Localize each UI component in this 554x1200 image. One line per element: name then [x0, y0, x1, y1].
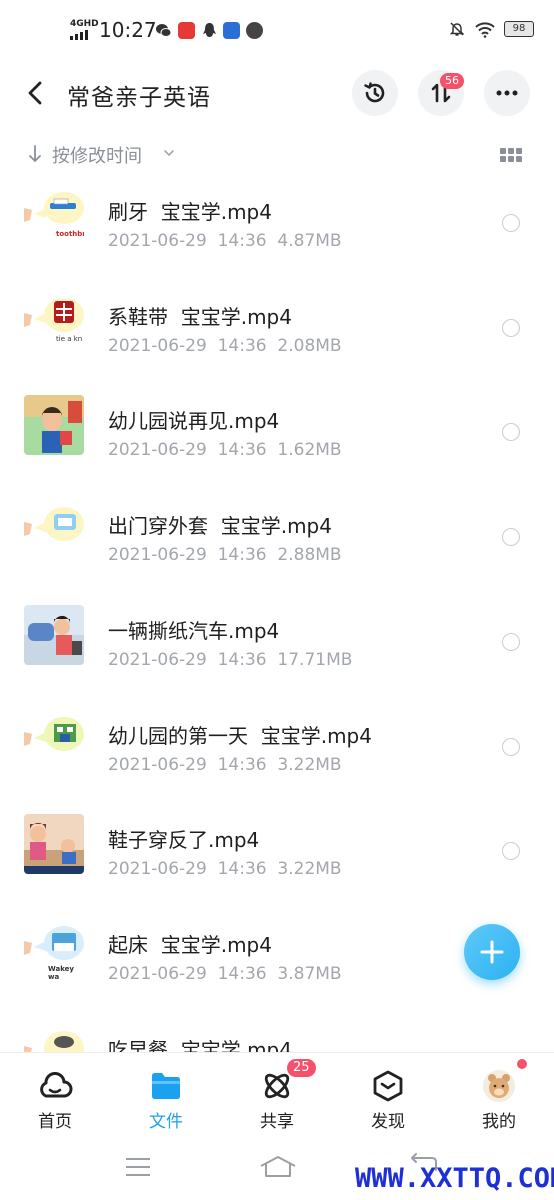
select-checkbox[interactable]: [502, 632, 520, 651]
sort-bar: 按修改时间: [0, 138, 554, 172]
nav-label: 首页: [38, 1112, 72, 1132]
transfer-count-badge: 56: [440, 73, 464, 89]
home-gesture-icon[interactable]: [258, 1154, 298, 1180]
discover-box-icon: [373, 1070, 403, 1102]
history-button[interactable]: [352, 70, 398, 116]
file-meta: 2021-06-29 14:36 2.08MB: [108, 335, 342, 356]
nav-item-share[interactable]: 25 共享: [222, 1053, 332, 1139]
more-options-button[interactable]: [484, 70, 530, 116]
select-checkbox[interactable]: [502, 528, 520, 547]
file-meta: 2021-06-29 14:36 4.87MB: [108, 231, 342, 251]
file-row[interactable]: tie a kn 系鞋带 宝宝学.mp4 2021-06-29 14:36 2.…: [0, 280, 554, 385]
wifi-icon: [475, 22, 495, 38]
app-notification-icon: [178, 22, 195, 39]
nav-label: 共享: [260, 1112, 294, 1132]
select-checkbox[interactable]: [502, 318, 520, 337]
file-name: 幼儿园说再见.mp4: [108, 409, 280, 434]
video-thumbnail: Wakey wa: [24, 918, 84, 979]
status-time: 10:27: [99, 18, 157, 42]
select-checkbox[interactable]: [502, 423, 520, 442]
file-meta: 2021-06-29 14:36 2.88MB: [108, 545, 342, 566]
file-row[interactable]: 吃早餐 宝宝学.mp4: [0, 1013, 554, 1052]
file-meta: 2021-06-29 14:36 1.62MB: [108, 440, 342, 461]
file-row[interactable]: 一辆撕纸汽车.mp4 2021-06-29 14:36 17.71MB: [0, 594, 554, 699]
mute-bell-icon: [449, 22, 465, 36]
network-type: 4GHD: [70, 19, 99, 29]
select-checkbox[interactable]: [502, 842, 520, 861]
nav-item-home[interactable]: 首页: [0, 1053, 110, 1139]
thumbnail-caption: Wakey wa: [48, 964, 74, 979]
watermark-text: WWW.XXTTQ.COM: [355, 1163, 554, 1194]
file-meta: 2021-06-29 14:36 3.87MB: [108, 963, 342, 984]
nav-item-discover[interactable]: 发现: [333, 1053, 443, 1139]
nav-label: 我的: [482, 1112, 516, 1132]
file-name: 系鞋带 宝宝学.mp4: [108, 304, 292, 329]
thumbnail-caption: toothbn: [56, 230, 84, 238]
wechat-icon: [155, 22, 172, 39]
video-thumbnail: [24, 500, 84, 561]
avatar-icon: [483, 1070, 515, 1102]
select-checkbox[interactable]: [502, 214, 520, 232]
file-name: 鞋子穿反了.mp4: [108, 828, 260, 853]
file-name: 出门穿外套 宝宝学.mp4: [108, 514, 332, 539]
signal-icon: [70, 30, 88, 40]
grid-view-toggle[interactable]: [500, 148, 522, 162]
battery-indicator: 98: [504, 21, 534, 37]
file-row[interactable]: 幼儿园的第一天 宝宝学.mp4 2021-06-29 14:36 3.22MB: [0, 699, 554, 804]
home-cloud-icon: [40, 1072, 73, 1098]
share-count-badge: 25: [287, 1059, 316, 1077]
video-thumbnail: [24, 709, 84, 770]
file-row[interactable]: 幼儿园说再见.mp4 2021-06-29 14:36 1.62MB: [0, 384, 554, 489]
robot-app-icon: [223, 22, 240, 39]
bottom-navigation: 首页 文件 25 共享 发现 我的: [0, 1052, 554, 1138]
notification-dot: [517, 1059, 527, 1069]
file-row[interactable]: 出门穿外套 宝宝学.mp4 2021-06-29 14:36 2.88MB: [0, 489, 554, 594]
folder-icon: [152, 1073, 180, 1099]
file-name: 吃早餐 宝宝学.mp4: [108, 1037, 292, 1052]
video-thumbnail: [24, 1023, 84, 1052]
nav-label: 文件: [149, 1112, 183, 1132]
more-dots-icon: [496, 90, 518, 96]
nav-label: 发现: [371, 1112, 405, 1132]
video-thumbnail: tie a kn: [24, 290, 84, 351]
video-thumbnail: toothbn: [24, 186, 84, 246]
select-checkbox[interactable]: [502, 737, 520, 756]
history-clock-icon: [364, 82, 385, 103]
plus-icon: [480, 940, 504, 964]
transfer-button[interactable]: 56: [418, 70, 464, 116]
file-list: toothbn 刷牙 宝宝学.mp4 2021-06-29 14:36 4.87…: [0, 175, 554, 1052]
file-meta: 2021-06-29 14:36 3.22MB: [108, 754, 342, 775]
file-name: 刷牙 宝宝学.mp4: [108, 200, 272, 224]
page-title: 常爸亲子英语: [67, 85, 211, 111]
file-name: 起床 宝宝学.mp4: [108, 932, 272, 957]
file-row[interactable]: toothbn 刷牙 宝宝学.mp4 2021-06-29 14:36 4.87…: [0, 175, 554, 280]
back-button[interactable]: [22, 78, 50, 108]
chevron-down-icon[interactable]: [162, 146, 176, 160]
video-thumbnail: [24, 395, 84, 456]
menu-lines-icon[interactable]: [124, 1156, 152, 1178]
sort-selector[interactable]: 按修改时间: [52, 142, 142, 168]
file-row[interactable]: 鞋子穿反了.mp4 2021-06-29 14:36 3.22MB: [0, 803, 554, 908]
nav-item-profile[interactable]: 我的: [444, 1053, 554, 1139]
status-bar: 4GHD 10:27 98: [0, 0, 554, 60]
file-meta: 2021-06-29 14:36 3.22MB: [108, 859, 342, 880]
add-button[interactable]: [464, 924, 520, 980]
file-meta: 2021-06-29 14:36 17.71MB: [108, 649, 353, 670]
chevron-left-icon: [28, 81, 42, 105]
video-thumbnail: [24, 814, 84, 875]
file-name: 一辆撕纸汽车.mp4: [108, 618, 280, 643]
status-right-group: 98: [448, 20, 534, 38]
nav-item-files[interactable]: 文件: [111, 1053, 221, 1139]
app-header: 常爸亲子英语 56: [0, 62, 554, 124]
compass-app-icon: [246, 22, 263, 39]
file-name: 幼儿园的第一天 宝宝学.mp4: [108, 723, 372, 748]
thumbnail-caption: tie a kn: [56, 334, 83, 343]
sort-down-arrow-icon: [29, 145, 41, 162]
video-thumbnail: [24, 604, 84, 665]
qq-icon: [201, 22, 218, 39]
